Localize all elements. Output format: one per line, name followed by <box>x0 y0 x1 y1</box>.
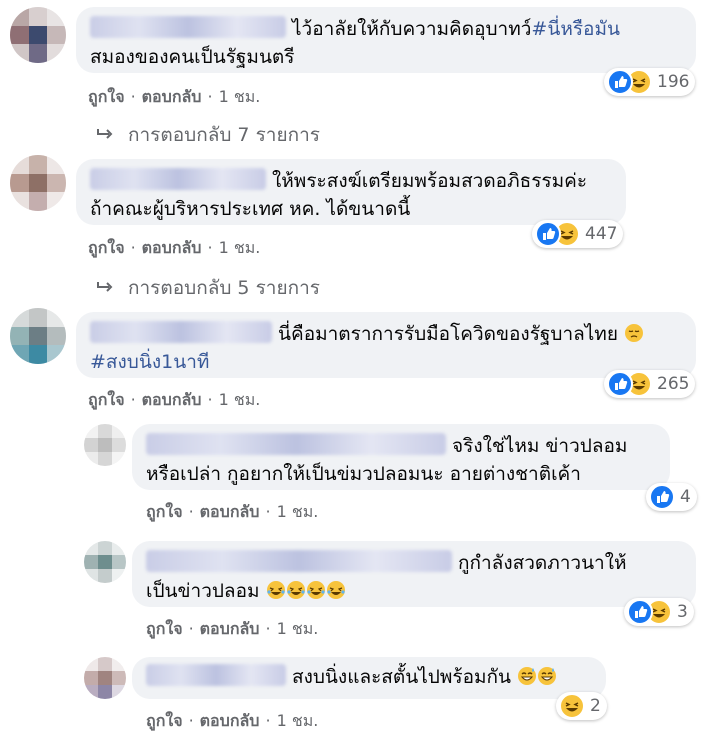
comment-text: ไว้อาลัยให้กับความคิดอุบาทว์ <box>292 18 532 40</box>
reply-text-line2: เป็นข่าวปลอม <box>146 580 260 602</box>
separator: · <box>130 87 136 106</box>
reaction-summary[interactable]: 265 <box>604 370 696 398</box>
reply-bubble: จริงใช่ไหม ข่าวปลอม หรือเปล่า กูอยากให้เ… <box>132 424 670 490</box>
reply-bubble: สงบนิ่งและสตั้นไปพร้อมกัน <box>132 657 606 699</box>
separator: · <box>265 619 271 638</box>
separator: · <box>130 238 136 257</box>
view-replies-label[interactable]: การตอบกลับ 5 รายการ <box>128 273 320 303</box>
avatar[interactable] <box>10 7 66 63</box>
reaction-count: 447 <box>585 224 618 244</box>
reaction-count: 196 <box>657 72 690 92</box>
comment-actions: ถูกใจ · ตอบกลับ · 1 ชม. <box>88 236 260 261</box>
separator: · <box>188 711 194 730</box>
like-button[interactable]: ถูกใจ <box>146 619 183 638</box>
pensive-emoji-icon <box>625 324 644 342</box>
comment-actions: ถูกใจ · ตอบกลับ · 1 ชม. <box>88 85 260 110</box>
rofl-emoji-icon <box>306 581 325 599</box>
like-button[interactable]: ถูกใจ <box>88 390 125 409</box>
reply-bubble: กูกำลังสวดภาวนาให้ เป็นข่าวปลอม <box>132 541 696 607</box>
reaction-summary[interactable]: 196 <box>604 68 696 96</box>
comment-bubble: ให้พระสงฆ์เตรียมพร้อมสวดอภิธรรมค่ะ ถ้าคณ… <box>76 159 626 225</box>
reply-arrow-icon <box>97 282 113 292</box>
timestamp[interactable]: 1 ชม. <box>277 711 319 730</box>
comment-actions: ถูกใจ · ตอบกลับ · 1 ชม. <box>88 388 260 413</box>
separator: · <box>188 619 194 638</box>
timestamp[interactable]: 1 ชม. <box>219 238 261 257</box>
commenter-name-redacted[interactable] <box>90 168 266 190</box>
reply-arrow-icon <box>97 129 113 139</box>
reply-actions: ถูกใจ · ตอบกลับ · 1 ชม. <box>146 500 318 525</box>
view-replies-link[interactable]: การตอบกลับ 5 รายการ <box>96 273 320 303</box>
like-reaction-icon <box>535 221 561 247</box>
rofl-emoji-icon <box>326 581 345 599</box>
separator: · <box>265 502 271 521</box>
like-reaction-icon <box>607 371 633 397</box>
hashtag-link[interactable]: #สงบนิ่ง1นาที <box>90 351 209 373</box>
reaction-count: 3 <box>677 602 688 622</box>
separator: · <box>207 390 213 409</box>
commenter-name-redacted[interactable] <box>90 321 272 343</box>
reply-actions: ถูกใจ · ตอบกลับ · 1 ชม. <box>146 617 318 642</box>
separator: · <box>188 502 194 521</box>
avatar[interactable] <box>84 657 126 699</box>
like-button[interactable]: ถูกใจ <box>88 238 125 257</box>
avatar[interactable] <box>10 155 66 211</box>
separator: · <box>207 238 213 257</box>
haha-reaction-icon <box>559 693 585 719</box>
reply-text: กูกำลังสวดภาวนาให้ <box>458 552 627 574</box>
separator: · <box>265 711 271 730</box>
reaction-summary[interactable]: 3 <box>624 598 694 626</box>
like-button[interactable]: ถูกใจ <box>88 87 125 106</box>
reaction-summary[interactable]: 2 <box>556 692 607 720</box>
avatar[interactable] <box>84 424 126 466</box>
reaction-count: 265 <box>657 374 690 394</box>
separator: · <box>207 87 213 106</box>
rofl-emoji-icon <box>286 581 305 599</box>
timestamp[interactable]: 1 ชม. <box>219 390 261 409</box>
timestamp[interactable]: 1 ชม. <box>277 502 319 521</box>
reply-button[interactable]: ตอบกลับ <box>142 87 202 106</box>
comment-text: นี่คือมาตราการรับมือโควิดของรัฐบาลไทย <box>278 323 618 345</box>
timestamp[interactable]: 1 ชม. <box>277 619 319 638</box>
separator: · <box>130 390 136 409</box>
reply-button[interactable]: ตอบกลับ <box>142 238 202 257</box>
comment-bubble: นี่คือมาตราการรับมือโควิดของรัฐบาลไทย #ส… <box>76 312 696 378</box>
replier-name-redacted[interactable] <box>146 550 452 572</box>
hashtag-link[interactable]: #นี่หรือมัน <box>531 18 620 40</box>
reaction-count: 2 <box>590 696 601 716</box>
comment-text: ให้พระสงฆ์เตรียมพร้อมสวดอภิธรรมค่ะ <box>272 170 588 192</box>
reaction-summary[interactable]: 4 <box>646 483 697 511</box>
view-replies-link[interactable]: การตอบกลับ 7 รายการ <box>96 120 320 150</box>
grin-sweat-emoji-icon <box>538 667 557 685</box>
comment-text-line2: ถ้าคณะผู้บริหารประเทศ หค. ได้ขนาดนี้ <box>90 198 411 220</box>
reply-text: จริงใช่ไหม ข่าวปลอม <box>452 435 628 457</box>
reaction-summary[interactable]: 447 <box>532 220 624 248</box>
like-button[interactable]: ถูกใจ <box>146 711 183 730</box>
rofl-emoji-icon <box>266 581 285 599</box>
replier-name-redacted[interactable] <box>146 433 446 455</box>
comment-bubble: ไว้อาลัยให้กับความคิดอุบาทว์#นี่หรือมัน … <box>76 7 696 73</box>
grin-sweat-emoji-icon <box>518 667 537 685</box>
comment-text-line2: สมองของคนเป็นรัฐมนตรี <box>90 46 295 68</box>
like-reaction-icon <box>649 484 675 510</box>
reply-button[interactable]: ตอบกลับ <box>142 390 202 409</box>
commenter-name-redacted[interactable] <box>90 16 286 38</box>
timestamp[interactable]: 1 ชม. <box>219 87 261 106</box>
reply-actions: ถูกใจ · ตอบกลับ · 1 ชม. <box>146 709 318 734</box>
like-reaction-icon <box>627 599 653 625</box>
like-reaction-icon <box>607 69 633 95</box>
like-button[interactable]: ถูกใจ <box>146 502 183 521</box>
replier-name-redacted[interactable] <box>146 664 286 686</box>
view-replies-label[interactable]: การตอบกลับ 7 รายการ <box>128 120 320 150</box>
avatar[interactable] <box>84 541 126 583</box>
reply-button[interactable]: ตอบกลับ <box>200 711 260 730</box>
reply-button[interactable]: ตอบกลับ <box>200 502 260 521</box>
reply-text: สงบนิ่งและสตั้นไปพร้อมกัน <box>292 666 511 688</box>
reply-button[interactable]: ตอบกลับ <box>200 619 260 638</box>
reaction-count: 4 <box>680 487 691 507</box>
reply-text-line2: หรือเปล่า กูอยากให้เป็นข่มวปลอมนะ อายต่า… <box>146 463 581 485</box>
avatar[interactable] <box>10 308 66 364</box>
